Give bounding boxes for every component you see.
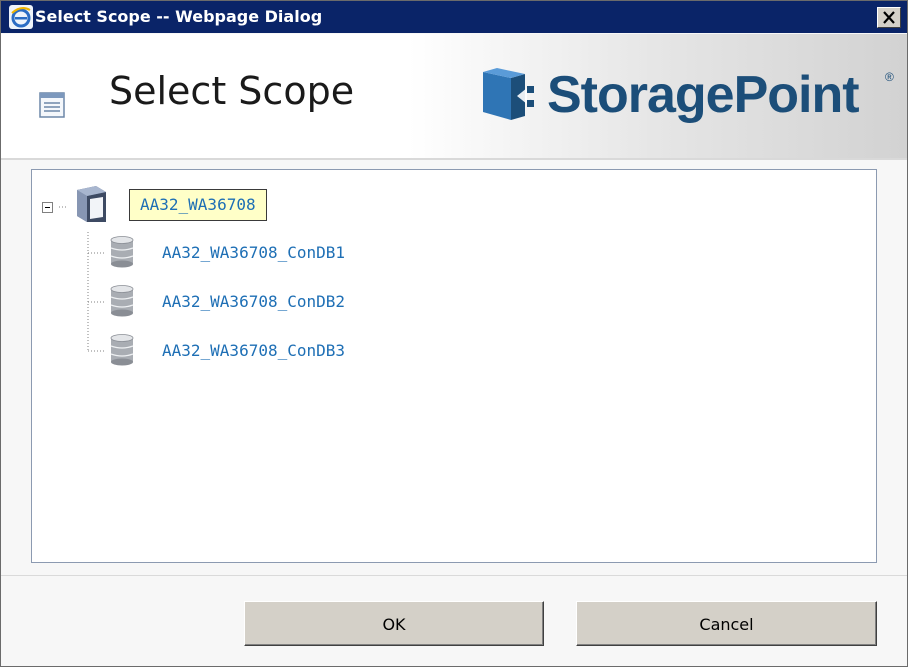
tree-item-label[interactable]: AA32_WA36708_ConDB3	[162, 340, 345, 362]
storagepoint-logo: StoragePoint ®	[481, 62, 901, 132]
database-icon	[110, 236, 134, 268]
tree-root-label[interactable]: AA32_WA36708	[129, 189, 267, 221]
list-page-icon	[39, 92, 65, 118]
close-button[interactable]	[877, 7, 901, 28]
scope-tree: AA32_WA36708 AA32_WA36708_ConDB1 AA32_WA…	[31, 169, 877, 563]
collapse-toggle-icon[interactable]	[42, 202, 53, 213]
ok-button[interactable]: OK	[244, 601, 544, 646]
server-icon	[77, 186, 106, 222]
cancel-button[interactable]: Cancel	[576, 601, 877, 646]
title-bar[interactable]: Select Scope -- Webpage Dialog	[1, 1, 907, 33]
tree-item-label[interactable]: AA32_WA36708_ConDB2	[162, 291, 345, 313]
database-icon	[110, 334, 134, 366]
storagepoint-logo-text: StoragePoint	[547, 66, 860, 124]
registered-mark: ®	[885, 70, 894, 84]
database-icon	[110, 285, 134, 317]
page-title: Select Scope	[109, 69, 355, 113]
tree-item-label[interactable]: AA32_WA36708_ConDB1	[162, 242, 345, 264]
footer-divider	[1, 575, 907, 576]
ie-icon	[9, 5, 33, 29]
storagepoint-logo-icon	[483, 68, 534, 120]
dialog-window: Select Scope -- Webpage Dialog Select Sc…	[0, 0, 908, 667]
window-title: Select Scope -- Webpage Dialog	[35, 7, 323, 26]
close-icon	[883, 11, 895, 24]
dialog-header: Select Scope StoragePoint ®	[1, 34, 907, 160]
